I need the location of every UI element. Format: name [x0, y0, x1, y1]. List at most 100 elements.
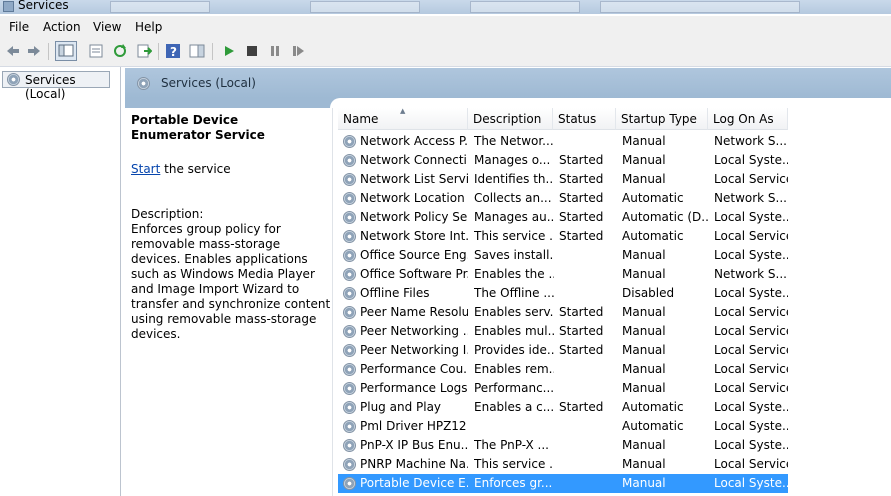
cell-logon: Local Syste...	[714, 476, 788, 490]
service-gear-icon	[343, 363, 356, 376]
cell-status: Started	[559, 172, 604, 186]
forward-arrow-icon[interactable]	[26, 43, 42, 59]
column-header-log-on-as[interactable]: Log On As	[708, 108, 788, 130]
table-row[interactable]: Network Connecti... Manages o... Started Ma…	[338, 151, 788, 170]
column-header-description[interactable]: Description	[468, 108, 553, 130]
table-row[interactable]: Network Store Int... This service ... Star…	[338, 227, 788, 246]
pane-header: Services (Local)	[125, 68, 891, 98]
cell-logon: Local Syste...	[714, 438, 788, 452]
table-row[interactable]: Office Source Eng... Saves install... Manu…	[338, 246, 788, 265]
cell-name: Peer Networking I...	[360, 343, 468, 357]
table-row[interactable]: Pml Driver HPZ12 Automatic Local Syste...	[338, 417, 788, 436]
show-action-pane-icon[interactable]	[189, 43, 205, 59]
table-row[interactable]: Peer Name Resolu... Enables serv... Starte…	[338, 303, 788, 322]
cell-startup: Manual	[622, 324, 666, 338]
cell-startup: Automatic	[622, 419, 684, 433]
table-row[interactable]: Offline Files The Offline ... Disabled Loca…	[338, 284, 788, 303]
show-console-tree-icon[interactable]	[55, 41, 77, 61]
table-row[interactable]: Network Access P... The Networ... Manual Ne…	[338, 132, 788, 151]
service-gear-icon	[343, 458, 356, 471]
menu-view[interactable]: View	[93, 20, 121, 34]
service-gear-icon	[343, 135, 356, 148]
column-header-label: Status	[558, 112, 597, 126]
service-gear-icon	[343, 211, 356, 224]
cell-name: PnP-X IP Bus Enu...	[360, 438, 468, 452]
column-header-name[interactable]: ▲ Name	[338, 107, 468, 130]
cell-logon: Network S...	[714, 134, 787, 148]
window-title: Services	[18, 0, 69, 12]
restart-service-icon[interactable]	[290, 43, 306, 59]
refresh-icon[interactable]	[112, 43, 128, 59]
cell-logon: Local Syste...	[714, 153, 788, 167]
stop-service-icon[interactable]	[244, 43, 260, 59]
background-tab	[600, 1, 800, 13]
description-text: Enforces group policy for removable mass…	[131, 222, 331, 341]
table-row[interactable]: PnP-X IP Bus Enu... The PnP-X ... Manual Lo…	[338, 436, 788, 455]
cell-description: Enables mul...	[474, 324, 554, 338]
background-tab	[110, 1, 210, 13]
cell-logon: Local Syste...	[714, 248, 788, 262]
cell-name: Network Store Int...	[360, 229, 468, 243]
cell-logon: Local Syste...	[714, 419, 788, 433]
cell-startup: Manual	[622, 267, 666, 281]
export-list-icon[interactable]	[136, 43, 153, 59]
cell-description: Collects an...	[474, 191, 552, 205]
table-row[interactable]: Office Software Pr... Enables the ... Manu…	[338, 265, 788, 284]
cell-name: Office Source Eng...	[360, 248, 468, 262]
cell-description: Identifies th...	[474, 172, 554, 186]
menu-file[interactable]: File	[9, 20, 29, 34]
selected-service-name: Portable Device Enumerator Service	[131, 113, 265, 142]
service-gear-icon	[343, 477, 356, 490]
service-action: Start the service	[131, 162, 231, 176]
table-row[interactable]: PNRP Machine Na... This service ... Manual…	[338, 455, 788, 474]
tree-item-services-local[interactable]: Services (Local)	[2, 71, 110, 101]
cell-name: Portable Device E...	[360, 476, 468, 490]
service-gear-icon	[343, 325, 356, 338]
table-row[interactable]: Network Location ... Collects an... Starte…	[338, 189, 788, 208]
table-row[interactable]: Peer Networking I... Provides ide... Start…	[338, 341, 788, 360]
cell-status: Started	[559, 153, 604, 167]
help-icon[interactable]: ?	[165, 43, 181, 59]
background-tab	[310, 1, 420, 13]
pause-service-icon[interactable]	[267, 43, 283, 59]
cell-description: Provides ide...	[474, 343, 554, 357]
cell-logon: Local Service	[714, 229, 788, 243]
cell-startup: Automatic	[622, 229, 684, 243]
cell-startup: Manual	[622, 248, 666, 262]
toolbar-separator	[212, 43, 213, 60]
table-row[interactable]: Network List Service Identifies th... Star…	[338, 170, 788, 189]
cell-description: This service ...	[474, 229, 554, 243]
svg-text:?: ?	[170, 45, 177, 59]
table-row[interactable]: Portable Device E... Enforces gr... Manual…	[338, 474, 788, 493]
properties-icon[interactable]	[88, 43, 104, 59]
table-row[interactable]: Peer Networking ... Enables mul... Started…	[338, 322, 788, 341]
cell-status: Started	[559, 400, 604, 414]
table-row[interactable]: Performance Cou... Enables rem... Manual Lo…	[338, 360, 788, 379]
cell-logon: Local Service	[714, 172, 788, 186]
column-header-label: Log On As	[713, 112, 774, 126]
cell-name: Peer Networking ...	[360, 324, 468, 338]
menu-help[interactable]: Help	[135, 20, 162, 34]
cell-startup: Disabled	[622, 286, 675, 300]
table-row[interactable]: Performance Logs... Performanc... Manual Lo…	[338, 379, 788, 398]
start-service-link[interactable]: Start	[131, 162, 160, 176]
cell-logon: Local Service	[714, 457, 788, 471]
back-arrow-icon[interactable]	[5, 43, 21, 59]
panel-divider	[332, 108, 333, 496]
column-header-status[interactable]: Status	[553, 108, 616, 130]
cell-status: Started	[559, 210, 604, 224]
menu-action[interactable]: Action	[43, 20, 81, 34]
cell-name: Office Software Pr...	[360, 267, 468, 281]
table-row[interactable]: Network Policy Se... Manages au... Started…	[338, 208, 788, 227]
start-service-icon[interactable]	[221, 43, 237, 59]
column-header-startup-type[interactable]: Startup Type	[616, 108, 708, 130]
service-gear-icon	[343, 249, 356, 262]
cell-startup: Manual	[622, 343, 666, 357]
table-row[interactable]: Plug and Play Enables a c... Started Automa…	[338, 398, 788, 417]
cell-logon: Local Service	[714, 381, 788, 395]
cell-logon: Local Syste...	[714, 210, 788, 224]
services-gear-icon	[7, 73, 20, 86]
cell-startup: Manual	[622, 476, 666, 490]
description-label: Description:	[131, 207, 204, 221]
description-panel: Portable Device Enumerator Service Start…	[125, 108, 332, 496]
